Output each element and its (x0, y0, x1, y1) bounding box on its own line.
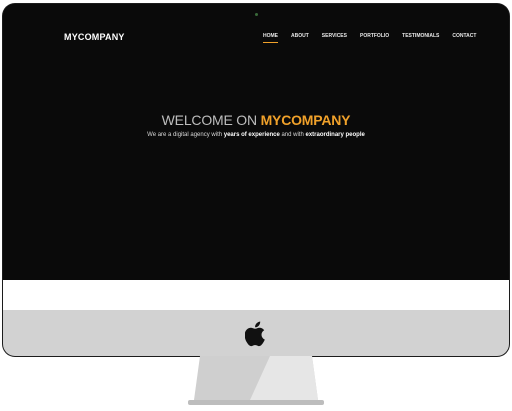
hero-subtitle: We are a digital agency with years of ex… (3, 132, 509, 138)
hero-sub-part-3: and with (279, 132, 306, 138)
hero-sub-part-1: We are a digital agency with (147, 132, 224, 138)
nav-contact[interactable]: CONTACT (452, 33, 476, 39)
imac-mockup: MYCOMPANY HOME ABOUT SERVICES PORTFOLIO … (0, 0, 512, 411)
nav-testimonials[interactable]: TESTIMONIALS (402, 33, 439, 39)
hero-title-accent: MYCOMPANY (260, 112, 351, 128)
monitor-chin (3, 280, 509, 356)
camera-icon (255, 13, 258, 16)
nav-home[interactable]: HOME (263, 33, 278, 43)
hero-title: WELCOME ON MYCOMPANY (3, 112, 509, 128)
monitor: MYCOMPANY HOME ABOUT SERVICES PORTFOLIO … (3, 4, 509, 356)
monitor-stand (188, 356, 324, 405)
nav-portfolio[interactable]: PORTFOLIO (360, 33, 389, 39)
hero-title-prefix: WELCOME ON (161, 112, 261, 128)
chin-highlight (3, 280, 509, 310)
nav-about[interactable]: ABOUT (291, 33, 309, 39)
hero-sub-part-4: extraordinary people (305, 132, 365, 138)
website-screen: MYCOMPANY HOME ABOUT SERVICES PORTFOLIO … (3, 4, 509, 280)
hero-sub-part-2: years of experience (223, 132, 280, 138)
brand-logo[interactable]: MYCOMPANY (64, 32, 125, 42)
main-nav: HOME ABOUT SERVICES PORTFOLIO TESTIMONIA… (263, 33, 489, 43)
nav-services[interactable]: SERVICES (322, 33, 347, 39)
apple-icon (245, 321, 265, 347)
